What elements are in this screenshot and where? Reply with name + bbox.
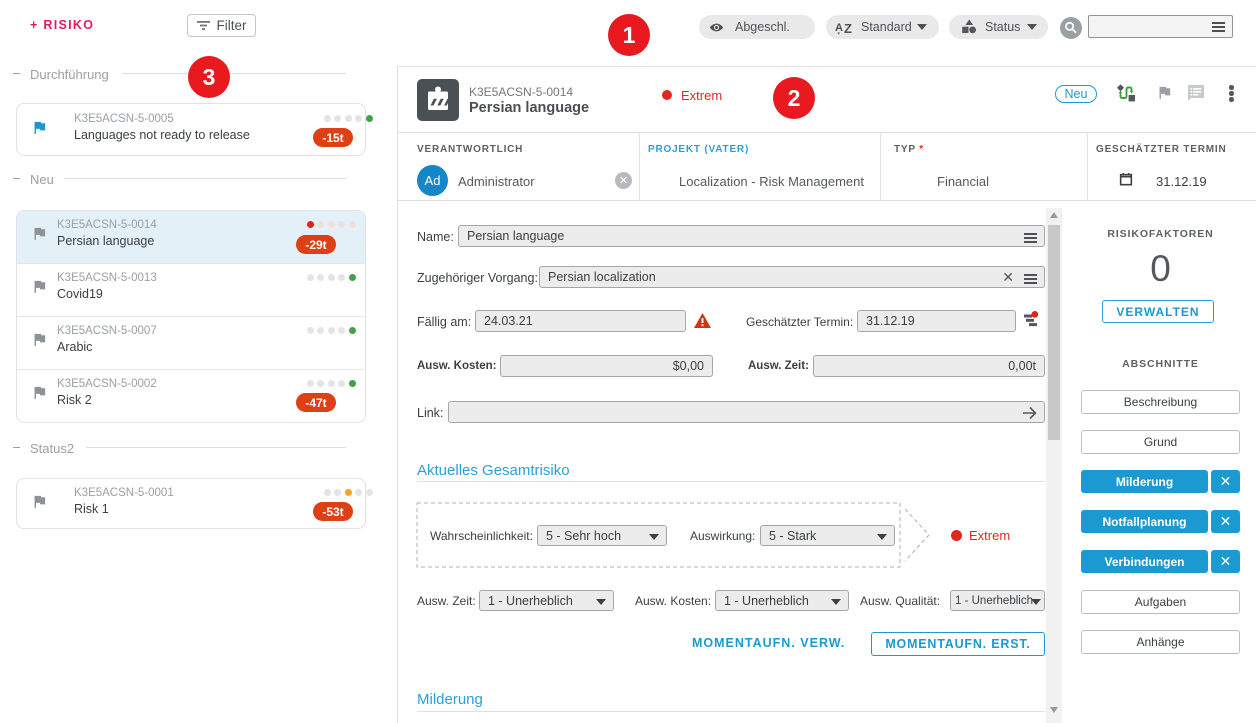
- svg-text:Z: Z: [844, 21, 852, 36]
- svg-text:A: A: [835, 22, 843, 34]
